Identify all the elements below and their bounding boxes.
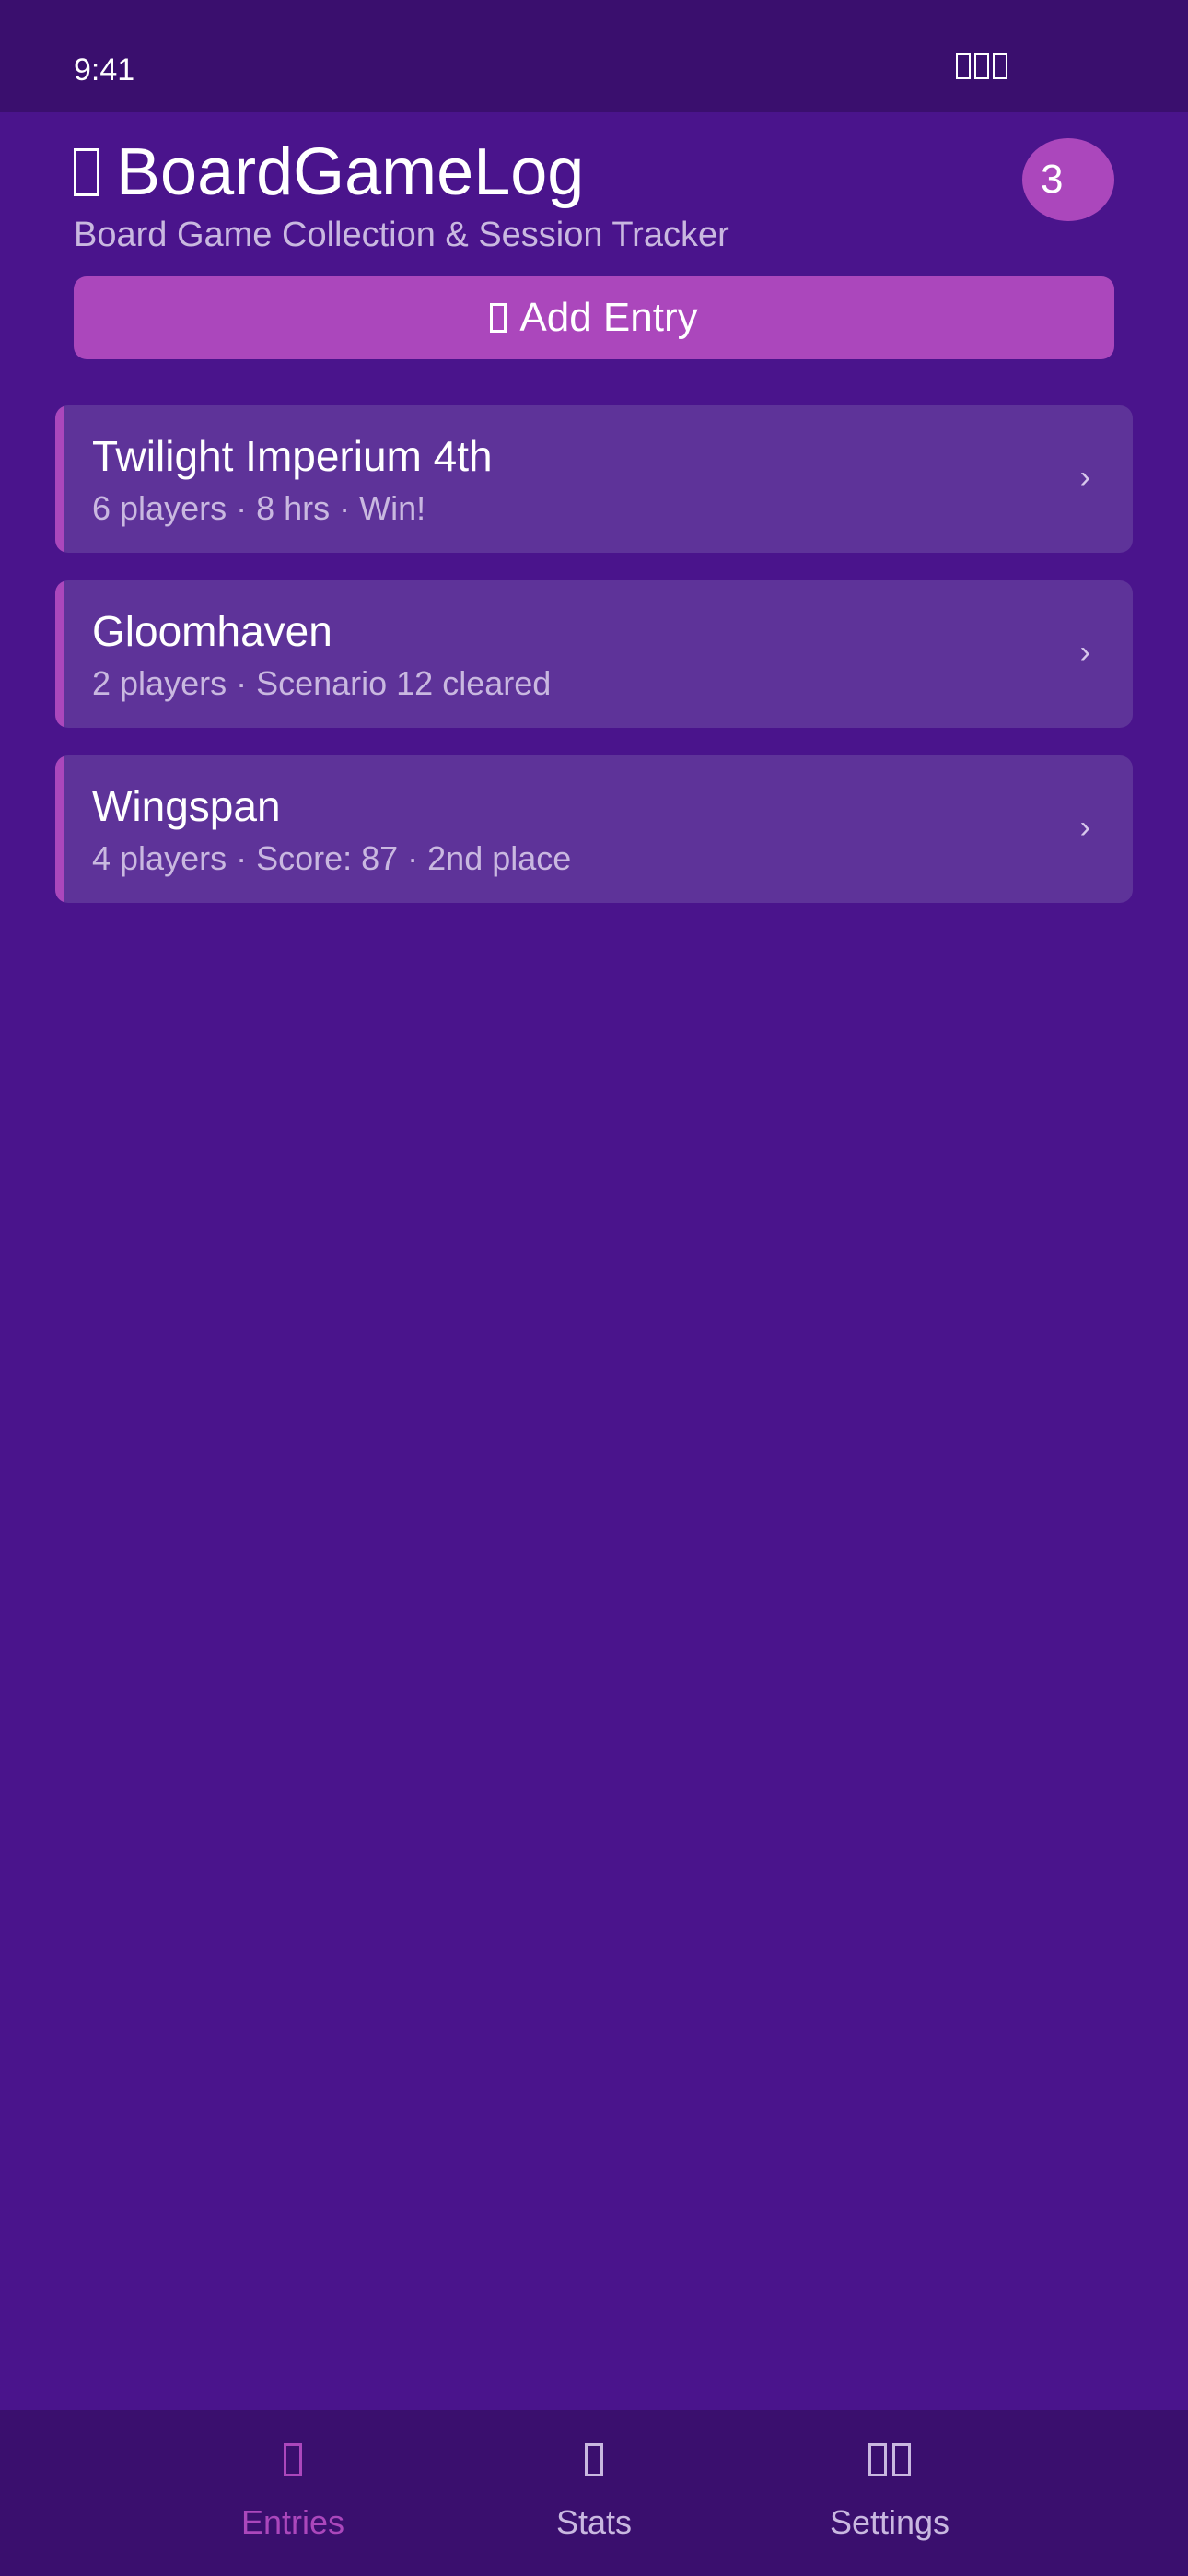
entry-count-badge: 3 [1022, 138, 1114, 221]
app-subtitle: Board Game Collection & Session Tracker [74, 216, 729, 254]
status-icons [956, 53, 1007, 79]
entry-card-wingspan[interactable]: Wingspan 4 players · Score: 87 · 2nd pla… [55, 755, 1133, 903]
add-entry-button[interactable]: Add Entry [74, 276, 1114, 359]
nav-stats[interactable]: Stats [474, 2410, 714, 2576]
entry-meta: 6 players · 8 hrs · Win! [92, 489, 426, 527]
app-title: BoardGameLog [74, 133, 584, 212]
entries-icon [284, 2443, 302, 2476]
chevron-right-icon: › [1079, 810, 1090, 845]
status-bar: 9:41 [0, 0, 1188, 112]
settings-icon [868, 2443, 911, 2476]
chevron-right-icon: › [1079, 635, 1090, 670]
bottom-nav: Entries Stats Settings [0, 2410, 1188, 2576]
stats-icon [585, 2443, 603, 2476]
dice-icon [74, 148, 99, 196]
entry-accent-bar [55, 405, 64, 553]
chevron-right-icon: › [1079, 460, 1090, 495]
entry-meta: 4 players · Score: 87 · 2nd place [92, 839, 572, 877]
nav-settings-label: Settings [829, 2503, 950, 2541]
entry-card-twilight-imperium[interactable]: Twilight Imperium 4th 6 players · 8 hrs … [55, 405, 1133, 553]
app-title-text: BoardGameLog [116, 135, 585, 209]
entry-list: Twilight Imperium 4th 6 players · 8 hrs … [55, 405, 1133, 931]
nav-stats-label: Stats [555, 2503, 633, 2541]
battery-icon [993, 53, 1007, 79]
entry-card-gloomhaven[interactable]: Gloomhaven 2 players · Scenario 12 clear… [55, 580, 1133, 728]
entry-title: Wingspan [92, 782, 281, 830]
entry-title: Gloomhaven [92, 607, 332, 655]
entry-accent-bar [55, 755, 64, 903]
wifi-icon [974, 53, 989, 79]
entry-meta: 2 players · Scenario 12 cleared [92, 664, 552, 702]
nav-entries[interactable]: Entries [173, 2410, 413, 2576]
signal-icon [956, 53, 971, 79]
entry-title: Twilight Imperium 4th [92, 432, 493, 480]
entry-accent-bar [55, 580, 64, 728]
nav-settings[interactable]: Settings [770, 2410, 1009, 2576]
plus-icon [490, 303, 507, 333]
add-entry-label: Add Entry [519, 295, 698, 340]
nav-entries-label: Entries [240, 2503, 345, 2541]
status-time: 9:41 [74, 53, 135, 88]
